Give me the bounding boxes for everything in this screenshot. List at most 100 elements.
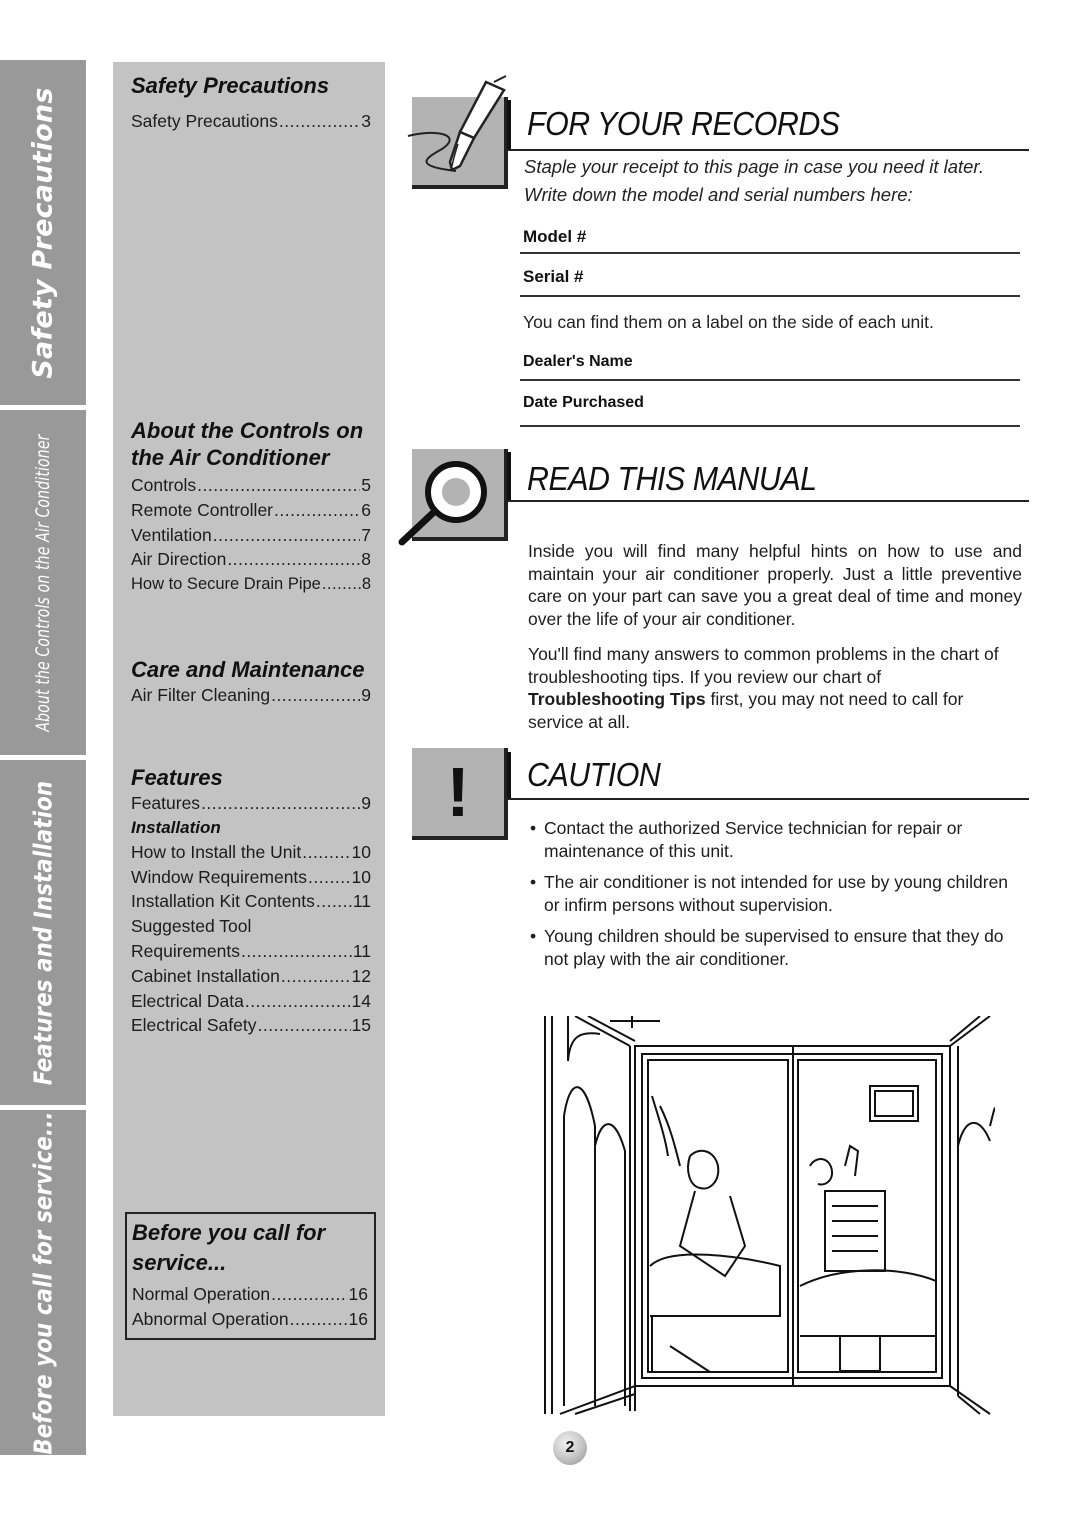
records-title-rule bbox=[507, 149, 1029, 151]
toc-heading: Features bbox=[131, 765, 223, 790]
toc-entry-page: 14 bbox=[351, 990, 371, 1011]
toc-entry-page: 5 bbox=[361, 475, 371, 495]
table-of-contents: Safety Precautions Safety Precautions 3 A… bbox=[113, 62, 385, 1416]
toc-entry[interactable]: Ventilation 7 bbox=[131, 523, 371, 548]
toc-entry-label: How to Install the Unit bbox=[131, 841, 302, 862]
page-number-badge: 2 bbox=[553, 1431, 587, 1465]
toc-entry[interactable]: Air Filter Cleaning 9 bbox=[131, 683, 371, 708]
side-tab-label: Before you call for service... bbox=[28, 1110, 58, 1455]
toc-entry[interactable]: How to Install the Unit 10 bbox=[131, 840, 371, 865]
toc-entry-page: 9 bbox=[361, 793, 371, 813]
toc-entry-page: 7 bbox=[361, 524, 371, 545]
toc-heading-line2: service... bbox=[132, 1250, 227, 1275]
toc-entry-label: Air Direction bbox=[131, 549, 227, 570]
toc-entry-label: Electrical Safety bbox=[131, 1015, 257, 1036]
window-family-illustration bbox=[544, 1016, 995, 1415]
toc-section-controls: About the Controls on the Air Conditione… bbox=[131, 417, 371, 597]
bullet-icon: • bbox=[530, 926, 537, 946]
dealer-name-field[interactable] bbox=[520, 379, 1020, 381]
toc-section-service: Before you call for service... Normal Op… bbox=[125, 1212, 376, 1340]
side-tab-label: About the Controls on the Air Conditione… bbox=[32, 433, 54, 732]
caution-icon-box: ! bbox=[412, 748, 508, 840]
toc-subheading: Installation bbox=[131, 817, 221, 837]
side-tab-label: Safety Precautions bbox=[27, 86, 59, 379]
caution-item: • Young children should be supervised to … bbox=[530, 925, 1010, 970]
toc-entry[interactable]: Electrical Safety 15 bbox=[131, 1013, 371, 1038]
toc-entry-page: 8 bbox=[361, 549, 371, 570]
magnifier-icon bbox=[398, 461, 487, 546]
serial-number-field[interactable] bbox=[520, 295, 1020, 297]
toc-entry-label: Requirements bbox=[131, 940, 240, 961]
dealer-name-label: Dealer's Name bbox=[523, 353, 633, 370]
toc-entry-label: Window Requirements bbox=[131, 866, 308, 887]
manual-title-rule bbox=[507, 500, 1029, 502]
side-tab-features-installation[interactable]: Features and Installation bbox=[0, 760, 86, 1105]
toc-entry-label: Cabinet Installation bbox=[131, 965, 280, 986]
bullet-icon: • bbox=[530, 818, 537, 838]
toc-entry[interactable]: Requirements 11 bbox=[131, 939, 371, 964]
toc-entry-page: 11 bbox=[352, 891, 371, 912]
toc-entry-page: 9 bbox=[361, 685, 371, 705]
toc-entry-page: 16 bbox=[348, 1308, 368, 1329]
toc-entry-page: 10 bbox=[351, 841, 371, 862]
model-number-label: Model # bbox=[523, 227, 587, 246]
toc-entry[interactable]: Remote Controller 6 bbox=[131, 498, 371, 523]
toc-entry[interactable]: Normal Operation 16 bbox=[132, 1282, 368, 1307]
toc-entry[interactable]: Safety Precautions 3 bbox=[131, 109, 371, 134]
serial-number-label: Serial # bbox=[523, 267, 584, 286]
toc-entry-label: Installation Kit Contents bbox=[131, 891, 315, 912]
side-tab-label: Features and Installation bbox=[28, 780, 58, 1085]
toc-entry-page: 16 bbox=[348, 1284, 368, 1304]
toc-entry[interactable]: Controls 5 bbox=[131, 473, 371, 498]
troubleshooting-tips-emphasis: Troubleshooting Tips bbox=[528, 689, 706, 709]
caution-title: CAUTION bbox=[527, 756, 661, 793]
side-tab-controls[interactable]: About the Controls on the Air Conditione… bbox=[0, 410, 86, 755]
toc-entry-label: Safety Precautions bbox=[131, 111, 278, 131]
side-tab-safety-precautions[interactable]: Safety Precautions bbox=[0, 60, 86, 405]
toc-heading-line2: the Air Conditioner bbox=[131, 445, 330, 470]
toc-entry-label: Remote Controller bbox=[131, 499, 273, 520]
toc-entry-label: Abnormal Operation bbox=[132, 1308, 289, 1329]
manual-title: READ THIS MANUAL bbox=[527, 460, 817, 497]
toc-entry-page: 15 bbox=[351, 1015, 371, 1036]
toc-section-features: Features Features 9 Installation How to I… bbox=[131, 764, 371, 1038]
toc-entry-page: 8 bbox=[361, 575, 371, 594]
toc-entry-page: 3 bbox=[361, 111, 371, 131]
toc-entry-label: Air Filter Cleaning bbox=[131, 685, 271, 705]
toc-section-care: Care and Maintenance Air Filter Cleaning… bbox=[131, 656, 371, 708]
records-intro-line2: Write down the model and serial numbers … bbox=[524, 184, 913, 205]
toc-entry-page: 10 bbox=[351, 866, 371, 887]
caution-item-text: Contact the authorized Service technicia… bbox=[544, 818, 963, 861]
toc-entry-label: Suggested Tool bbox=[131, 916, 252, 937]
manual-paragraph-2: You'll find many answers to common probl… bbox=[528, 643, 1022, 733]
caution-item: • Contact the authorized Service technici… bbox=[530, 817, 1010, 862]
find-label-note: You can find them on a label on the side… bbox=[523, 312, 934, 332]
toc-heading: Care and Maintenance bbox=[131, 657, 365, 682]
caution-list: • Contact the authorized Service technici… bbox=[530, 817, 1010, 979]
toc-entry[interactable]: Cabinet Installation 12 bbox=[131, 964, 371, 989]
toc-entry[interactable]: Features 9 bbox=[131, 791, 371, 816]
caution-item-text: Young children should be supervised to e… bbox=[544, 926, 1004, 969]
toc-entry[interactable]: Installation Kit Contents 11 bbox=[131, 889, 371, 914]
records-title: FOR YOUR RECORDS bbox=[527, 105, 840, 142]
toc-entry-page: 12 bbox=[351, 965, 371, 986]
toc-entry-wrap-line[interactable]: Suggested Tool bbox=[131, 914, 371, 939]
toc-entry[interactable]: Electrical Data 14 bbox=[131, 989, 371, 1014]
toc-entry[interactable]: Air Direction 8 bbox=[131, 547, 371, 572]
records-intro-line1: Staple your receipt to this page in case… bbox=[524, 156, 985, 177]
caution-item-text: The air conditioner is not intended for … bbox=[544, 872, 1009, 915]
side-tab-before-service[interactable]: Before you call for service... bbox=[0, 1110, 86, 1455]
toc-section-safety: Safety Precautions Safety Precautions 3 bbox=[131, 72, 371, 134]
toc-entry-label: Electrical Data bbox=[131, 990, 244, 1011]
toc-entry-page: 11 bbox=[352, 940, 371, 961]
caution-item: • The air conditioner is not intended for… bbox=[530, 871, 1010, 916]
toc-entry-page: 6 bbox=[361, 499, 371, 520]
toc-heading: Safety Precautions bbox=[131, 73, 330, 98]
date-purchased-field[interactable] bbox=[520, 425, 1020, 427]
toc-entry-label: Normal Operation bbox=[132, 1284, 271, 1304]
toc-entry[interactable]: How to Secure Drain Pipe 8 bbox=[131, 572, 371, 597]
caution-title-rule bbox=[507, 798, 1029, 800]
model-number-field[interactable] bbox=[520, 252, 1020, 254]
toc-entry[interactable]: Abnormal Operation 16 bbox=[132, 1307, 368, 1332]
toc-entry[interactable]: Window Requirements 10 bbox=[131, 865, 371, 890]
